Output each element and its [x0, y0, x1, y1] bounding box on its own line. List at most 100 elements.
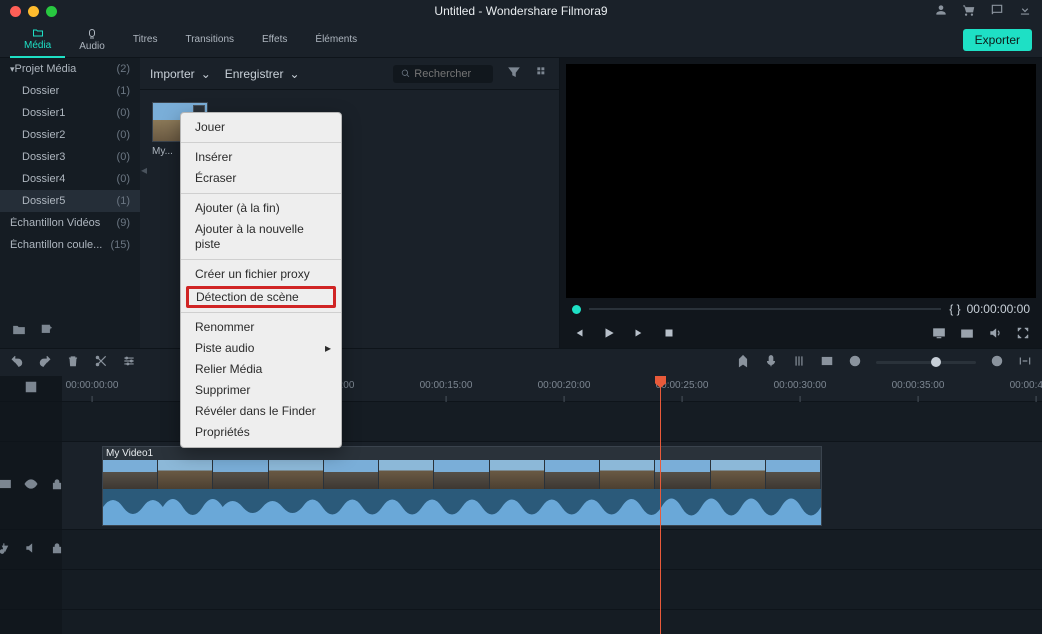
tab-audio[interactable]: Audio [65, 22, 119, 58]
video-track-icon[interactable] [0, 477, 12, 494]
cm-jouer[interactable]: Jouer [181, 117, 341, 138]
ruler-tick: 00:00:00:00 [66, 380, 119, 391]
snapshot-icon[interactable] [960, 326, 974, 343]
prev-frame-button[interactable] [572, 326, 586, 343]
cm-ecraser[interactable]: Écraser [181, 168, 341, 189]
tab-titres[interactable]: Titres [119, 22, 172, 58]
search-input[interactable] [414, 68, 485, 80]
clip-context-menu: Jouer Insérer Écraser Ajouter (à la fin)… [180, 112, 342, 448]
account-icon[interactable] [934, 3, 948, 20]
tab-effets[interactable]: Effets [248, 22, 301, 58]
new-folder-icon[interactable] [12, 323, 26, 340]
zoom-slider-knob[interactable] [931, 357, 941, 367]
cm-proprietes[interactable]: Propriétés [181, 422, 341, 443]
cm-relier[interactable]: Relier Média [181, 359, 341, 380]
cm-renommer[interactable]: Renommer [181, 317, 341, 338]
cm-inserer[interactable]: Insérer [181, 147, 341, 168]
timeline: 00:00:00:00 00:00:05:00 00:00:10:00 00:0… [0, 376, 1042, 634]
save-dropdown[interactable]: Enregistrer⌄ [225, 67, 300, 81]
audio-track-icon[interactable] [0, 541, 12, 558]
message-icon[interactable] [990, 3, 1004, 20]
record-icon[interactable] [764, 354, 778, 371]
marker-icon[interactable] [736, 354, 750, 371]
project-sidebar: ▾Projet Média (2) Dossier(1) Dossier1(0)… [0, 58, 140, 348]
cart-icon[interactable] [962, 3, 976, 20]
cm-creer-proxy[interactable]: Créer un fichier proxy [181, 264, 341, 285]
cm-supprimer[interactable]: Supprimer [181, 380, 341, 401]
track-header-audio [0, 530, 62, 570]
delete-icon[interactable] [66, 354, 80, 371]
ruler-tick: 00:00:20:00 [538, 380, 591, 391]
tab-media[interactable]: Média [10, 22, 65, 58]
clip-audio-waveform [103, 489, 821, 525]
ratio-icon[interactable] [820, 354, 834, 371]
clip-video-thumbs [103, 460, 821, 490]
fit-zoom-icon[interactable] [1018, 354, 1032, 371]
sidebar-folder-1[interactable]: Dossier1(0) [0, 102, 140, 124]
tab-transitions[interactable]: Transitions [171, 22, 248, 58]
screen-cast-icon[interactable] [932, 326, 946, 343]
tab-audio-label: Audio [79, 41, 105, 52]
sidebar-folder-5[interactable]: Dossier5(1) [0, 190, 140, 212]
track-row-empty2[interactable] [62, 570, 1042, 610]
zoom-in-icon[interactable] [990, 354, 1004, 371]
cm-detection[interactable]: Détection de scène [196, 290, 326, 304]
scrub-playhead[interactable] [572, 305, 581, 314]
visibility-icon[interactable] [24, 477, 38, 494]
undo-icon[interactable] [10, 354, 24, 371]
titlebar-actions [934, 3, 1032, 20]
cm-ajouter-piste[interactable]: Ajouter à la nouvelle piste [181, 219, 341, 255]
redo-icon[interactable] [38, 354, 52, 371]
split-icon[interactable] [94, 354, 108, 371]
media-toolbar: Importer⌄ Enregistrer⌄ [140, 58, 559, 90]
ruler-tick: 00:00:35:00 [892, 380, 945, 391]
download-icon[interactable] [1018, 3, 1032, 20]
cm-reveler[interactable]: Révéler dans le Finder [181, 401, 341, 422]
import-dropdown[interactable]: Importer⌄ [150, 67, 211, 81]
play-button[interactable] [602, 326, 616, 343]
chevron-down-icon: ⌄ [201, 67, 211, 81]
submenu-arrow-icon: ▸ [325, 341, 331, 356]
timecode-value: 00:00:00:00 [967, 302, 1030, 316]
new-item-icon[interactable] [40, 323, 54, 340]
sidebar-folder-0[interactable]: Dossier(1) [0, 80, 140, 102]
track-manager-icon[interactable] [24, 380, 38, 397]
ruler-tick: 00:00:40:00 [1010, 380, 1042, 391]
preview-scrubber[interactable]: { } 00:00:00:00 [560, 298, 1042, 320]
filter-icon[interactable] [507, 65, 521, 82]
sidebar-samples-video[interactable]: Échantillon Vidéos(9) [0, 212, 140, 234]
track-row-video[interactable]: My Video1 [62, 442, 1042, 530]
sidebar-folder-4[interactable]: Dossier4(0) [0, 168, 140, 190]
tab-elements[interactable]: Éléments [301, 22, 371, 58]
next-frame-button[interactable] [632, 326, 646, 343]
preview-panel: { } 00:00:00:00 [560, 58, 1042, 348]
mute-icon[interactable] [24, 541, 38, 558]
cm-ajouter-fin[interactable]: Ajouter (à la fin) [181, 198, 341, 219]
zoom-out-icon[interactable] [848, 354, 862, 371]
tab-media-label: Média [24, 40, 51, 51]
panel-resize-handle[interactable]: ◂ [140, 160, 148, 180]
titlebar: Untitled - Wondershare Filmora9 [0, 0, 1042, 22]
sidebar-folder-2[interactable]: Dossier2(0) [0, 124, 140, 146]
timeline-clip[interactable]: My Video1 [102, 446, 822, 526]
preview-video[interactable] [566, 64, 1036, 298]
sidebar-folder-3[interactable]: Dossier3(0) [0, 146, 140, 168]
sidebar-samples-color[interactable]: Échantillon coule...(15) [0, 234, 140, 256]
zoom-slider[interactable] [876, 361, 976, 364]
timeline-playhead[interactable] [660, 376, 661, 634]
track-row-audio[interactable] [62, 530, 1042, 570]
grid-view-icon[interactable] [535, 65, 549, 82]
mixer-icon[interactable] [792, 354, 806, 371]
search-input-wrap[interactable] [393, 65, 493, 83]
sidebar-root-project[interactable]: ▾Projet Média (2) [0, 58, 140, 80]
volume-icon[interactable] [988, 326, 1002, 343]
track-headers [0, 376, 62, 634]
timeline-clip-label: My Video1 [106, 448, 153, 459]
export-button[interactable]: Exporter [963, 29, 1032, 51]
scrub-track[interactable] [589, 308, 941, 310]
chevron-down-icon: ⌄ [289, 67, 299, 81]
cm-piste-audio[interactable]: Piste audio▸ [181, 338, 341, 359]
adjust-icon[interactable] [122, 354, 136, 371]
stop-button[interactable] [662, 326, 676, 343]
fullscreen-icon[interactable] [1016, 326, 1030, 343]
